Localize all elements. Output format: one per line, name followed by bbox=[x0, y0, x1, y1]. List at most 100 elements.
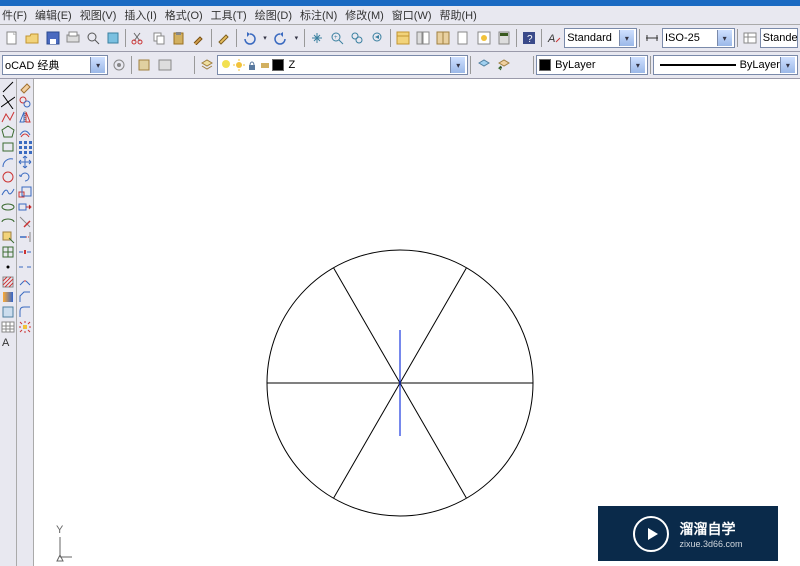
table-style-select[interactable]: Stande bbox=[760, 28, 798, 48]
chamfer-icon[interactable] bbox=[18, 290, 32, 304]
markup-icon[interactable] bbox=[475, 28, 493, 48]
calc-icon[interactable] bbox=[495, 28, 513, 48]
help-icon[interactable]: ? bbox=[520, 28, 538, 48]
hatch-icon[interactable] bbox=[1, 275, 15, 289]
pline-icon[interactable] bbox=[1, 110, 15, 124]
trim-icon[interactable] bbox=[18, 215, 32, 229]
mirror-icon[interactable] bbox=[18, 110, 32, 124]
table-style-icon[interactable] bbox=[741, 28, 759, 48]
svg-text:+: + bbox=[334, 35, 338, 41]
plot-layer-icon bbox=[259, 59, 271, 71]
menu-dim[interactable]: 标注(N) bbox=[300, 7, 337, 23]
stretch-icon[interactable] bbox=[18, 200, 32, 214]
layer-props-icon[interactable] bbox=[198, 55, 217, 75]
redo-icon[interactable] bbox=[272, 28, 290, 48]
extend-icon[interactable] bbox=[18, 230, 32, 244]
rotate-icon[interactable] bbox=[18, 170, 32, 184]
save-icon[interactable] bbox=[43, 28, 61, 48]
array-icon[interactable] bbox=[18, 140, 32, 154]
new-icon[interactable] bbox=[3, 28, 21, 48]
move-icon[interactable] bbox=[18, 155, 32, 169]
block-icon[interactable] bbox=[1, 245, 15, 259]
dropdown-undo-icon[interactable]: ▾ bbox=[260, 28, 269, 48]
menu-edit[interactable]: 编辑(E) bbox=[35, 7, 72, 23]
dropdown-icon: ▾ bbox=[780, 57, 795, 73]
cut-icon[interactable] bbox=[129, 28, 147, 48]
color-swatch bbox=[539, 59, 551, 71]
zoom-prev-icon[interactable] bbox=[369, 28, 387, 48]
arc-icon[interactable] bbox=[1, 155, 15, 169]
scale-icon[interactable] bbox=[18, 185, 32, 199]
pan-icon[interactable] bbox=[308, 28, 326, 48]
preview-icon[interactable] bbox=[84, 28, 102, 48]
polygon-icon[interactable] bbox=[1, 125, 15, 139]
menu-view[interactable]: 视图(V) bbox=[80, 7, 117, 23]
layer-prev-icon[interactable] bbox=[495, 55, 514, 75]
table-icon[interactable] bbox=[1, 320, 15, 334]
open-icon[interactable] bbox=[23, 28, 41, 48]
menu-file[interactable]: 件(F) bbox=[2, 7, 27, 23]
copy-icon[interactable] bbox=[149, 28, 167, 48]
linetype-value: ByLayer bbox=[740, 59, 780, 71]
watermark-title: 溜溜自学 bbox=[679, 519, 742, 539]
layer-select[interactable]: Z ▾ bbox=[217, 55, 468, 75]
insert-icon[interactable] bbox=[1, 230, 15, 244]
dim-style-select[interactable]: ISO-25▾ bbox=[662, 28, 735, 48]
menu-insert[interactable]: 插入(I) bbox=[124, 7, 156, 23]
menu-tools[interactable]: 工具(T) bbox=[211, 7, 247, 23]
adcenter-icon[interactable] bbox=[135, 55, 154, 75]
gradient-icon[interactable] bbox=[1, 290, 15, 304]
match-icon[interactable] bbox=[190, 28, 208, 48]
spline-icon[interactable] bbox=[1, 185, 15, 199]
dim-style-icon[interactable] bbox=[643, 28, 661, 48]
paste-icon[interactable] bbox=[170, 28, 188, 48]
standard-toolbar: ▾ ▾ + ? A Standard▾ ISO-25▾ Stande bbox=[0, 25, 800, 52]
join-icon[interactable] bbox=[18, 275, 32, 289]
menu-help[interactable]: 帮助(H) bbox=[440, 7, 477, 23]
explode-icon[interactable] bbox=[18, 320, 32, 334]
copy2-icon[interactable] bbox=[18, 95, 32, 109]
sheet-icon[interactable] bbox=[454, 28, 472, 48]
break-icon[interactable] bbox=[18, 260, 32, 274]
offset-icon[interactable] bbox=[18, 125, 32, 139]
ws-settings-icon[interactable] bbox=[109, 55, 128, 75]
svg-text:A: A bbox=[547, 33, 555, 45]
dc-icon[interactable] bbox=[414, 28, 432, 48]
menu-draw[interactable]: 绘图(D) bbox=[255, 7, 292, 23]
point-icon[interactable] bbox=[1, 260, 15, 274]
erase-icon[interactable] bbox=[18, 80, 32, 94]
text-style-select[interactable]: Standard▾ bbox=[564, 28, 637, 48]
line-icon[interactable] bbox=[1, 80, 15, 94]
text-style-value: Standard bbox=[567, 32, 612, 44]
workspace-select[interactable]: oCAD 经典▾ bbox=[2, 55, 108, 75]
drawing-canvas[interactable]: Y 溜溜自学 zixue.3d66.com bbox=[34, 79, 800, 566]
circle-icon[interactable] bbox=[1, 170, 15, 184]
xline-icon[interactable] bbox=[1, 95, 15, 109]
watermark-sub: zixue.3d66.com bbox=[679, 539, 742, 549]
undo-icon[interactable] bbox=[240, 28, 258, 48]
break-pt-icon[interactable] bbox=[18, 245, 32, 259]
plot-icon[interactable] bbox=[64, 28, 82, 48]
color-select[interactable]: ByLayer ▾ bbox=[536, 55, 648, 75]
props-icon[interactable] bbox=[394, 28, 412, 48]
text-style-icon[interactable]: A bbox=[545, 28, 563, 48]
linetype-select[interactable]: ByLayer ▾ bbox=[653, 55, 798, 75]
layer-state-icon[interactable] bbox=[474, 55, 493, 75]
dropdown-redo-icon[interactable]: ▾ bbox=[292, 28, 301, 48]
modify-toolbar bbox=[17, 79, 34, 566]
zoom-rt-icon[interactable]: + bbox=[328, 28, 346, 48]
menu-modify[interactable]: 修改(M) bbox=[345, 7, 384, 23]
publish-icon[interactable] bbox=[104, 28, 122, 48]
ellipse-arc-icon[interactable] bbox=[1, 215, 15, 229]
menu-format[interactable]: 格式(O) bbox=[165, 7, 203, 23]
brush-icon[interactable] bbox=[215, 28, 233, 48]
tool-pal-icon[interactable] bbox=[434, 28, 452, 48]
zoom-win-icon[interactable] bbox=[348, 28, 366, 48]
mtext-icon[interactable]: A bbox=[1, 335, 15, 349]
rect-icon[interactable] bbox=[1, 140, 15, 154]
menu-window[interactable]: 窗口(W) bbox=[392, 7, 432, 23]
region-icon[interactable] bbox=[1, 305, 15, 319]
ellipse-icon[interactable] bbox=[1, 200, 15, 214]
fillet-icon[interactable] bbox=[18, 305, 32, 319]
infocenter-icon[interactable] bbox=[155, 55, 174, 75]
